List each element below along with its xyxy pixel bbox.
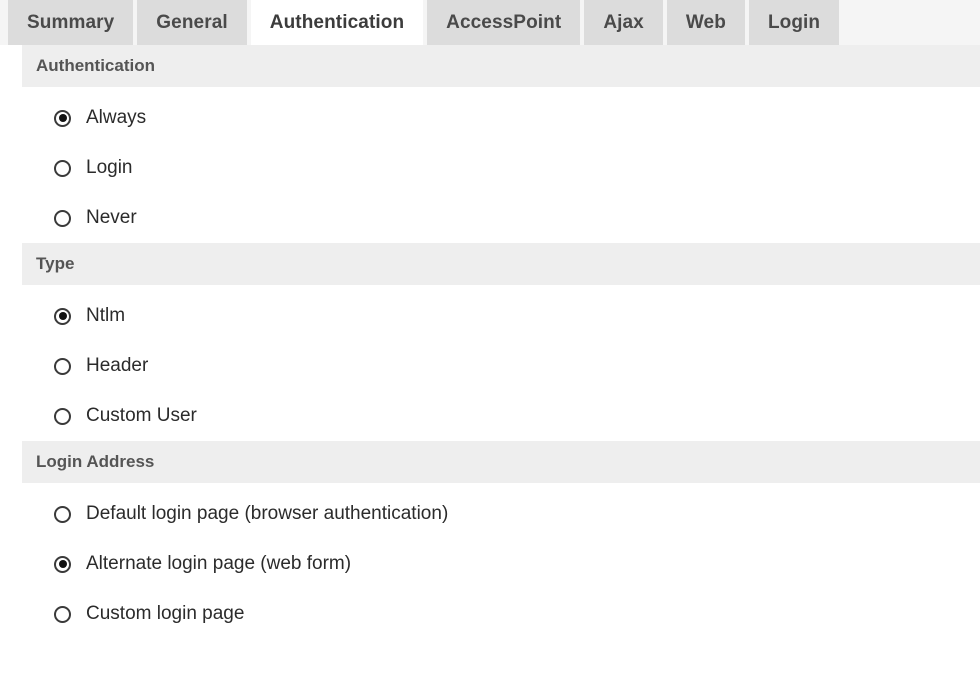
tab-login[interactable]: Login	[748, 0, 840, 45]
radio-option-header[interactable]: Header	[22, 341, 980, 391]
radio-option-label: Custom User	[86, 405, 197, 426]
radio-option-login[interactable]: Login	[22, 143, 980, 193]
radio-option-default-login-page-browser-authentication[interactable]: Default login page (browser authenticati…	[22, 489, 980, 539]
radio-button-icon[interactable]	[54, 209, 71, 227]
radio-button-icon[interactable]	[54, 505, 71, 523]
radio-button-selected-icon[interactable]	[54, 555, 71, 573]
radio-option-label: Always	[86, 107, 147, 128]
tab-general[interactable]: General	[137, 0, 247, 45]
tab-ajax[interactable]: Ajax	[584, 0, 663, 45]
tab-accesspoint[interactable]: AccessPoint	[427, 0, 581, 45]
radio-option-custom-login-page[interactable]: Custom login page	[22, 589, 980, 639]
radio-button-icon[interactable]	[54, 159, 71, 177]
radio-option-label: Never	[86, 207, 137, 228]
radio-option-label: Alternate login page (web form)	[86, 553, 352, 574]
section-header-type: Type	[22, 243, 980, 285]
radio-option-label: Login	[86, 157, 133, 178]
radio-button-selected-icon[interactable]	[54, 109, 71, 127]
section-header-login-address: Login Address	[22, 441, 980, 483]
radio-group-type: Ntlm Header Custom User	[22, 285, 980, 441]
radio-option-label: Ntlm	[86, 305, 126, 326]
tab-summary[interactable]: Summary	[8, 0, 134, 45]
radio-option-ntlm[interactable]: Ntlm	[22, 291, 980, 341]
radio-option-label: Default login page (browser authenticati…	[86, 503, 449, 524]
radio-option-label: Custom login page	[86, 603, 245, 624]
tab-web[interactable]: Web	[666, 0, 745, 45]
tab-bar: Summary General Authentication AccessPoint A…	[0, 0, 980, 45]
radio-option-label: Header	[86, 355, 149, 376]
radio-option-custom-user[interactable]: Custom User	[22, 391, 980, 441]
radio-option-never[interactable]: Never	[22, 193, 980, 243]
radio-option-always[interactable]: Always	[22, 93, 980, 143]
settings-panel: Authentication Always Login Never Type Ntlm He…	[0, 45, 980, 680]
tab-authentication[interactable]: Authentication	[250, 0, 424, 45]
section-header-authentication: Authentication	[22, 45, 980, 87]
radio-button-icon[interactable]	[54, 605, 71, 623]
radio-button-icon[interactable]	[54, 407, 71, 425]
radio-option-alternate-login-page-web-form[interactable]: Alternate login page (web form)	[22, 539, 980, 589]
radio-button-icon[interactable]	[54, 357, 71, 375]
radio-group-authentication: Always Login Never	[22, 87, 980, 243]
radio-button-selected-icon[interactable]	[54, 307, 71, 325]
radio-group-login-address: Default login page (browser authenticati…	[22, 483, 980, 639]
